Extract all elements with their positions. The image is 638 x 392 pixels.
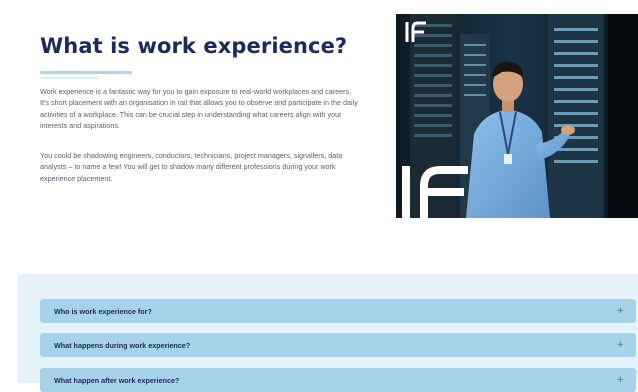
faq-item-who-is-it-for[interactable]: Who is work experience for? + <box>40 299 636 323</box>
faq-section: Who is work experience for? + What happe… <box>18 274 638 392</box>
page-title: What is work experience? <box>40 34 348 58</box>
faq-item-what-happens-after[interactable]: What happen after work experience? + <box>40 368 636 392</box>
plus-icon[interactable]: + <box>616 306 624 316</box>
faq-item-what-happens-during[interactable]: What happens during work experience? + <box>40 333 636 357</box>
if-logo-icon <box>405 21 426 42</box>
title-underline-secondary <box>40 77 98 79</box>
faq-item-label: Who is work experience for? <box>54 306 152 316</box>
plus-icon[interactable]: + <box>616 375 624 385</box>
plus-icon[interactable]: + <box>616 340 624 350</box>
intro-paragraph-1: Work experience is a fantastic way for y… <box>40 87 358 130</box>
title-underline <box>40 71 132 74</box>
faq-item-label: What happen after work experience? <box>54 375 180 385</box>
faq-item-label: What happens during work experience? <box>54 340 191 350</box>
hero-image <box>396 14 638 218</box>
intro-paragraph-2: You could be shadowing engineers, conduc… <box>40 151 343 183</box>
large-brand-graphic-icon <box>402 166 468 218</box>
